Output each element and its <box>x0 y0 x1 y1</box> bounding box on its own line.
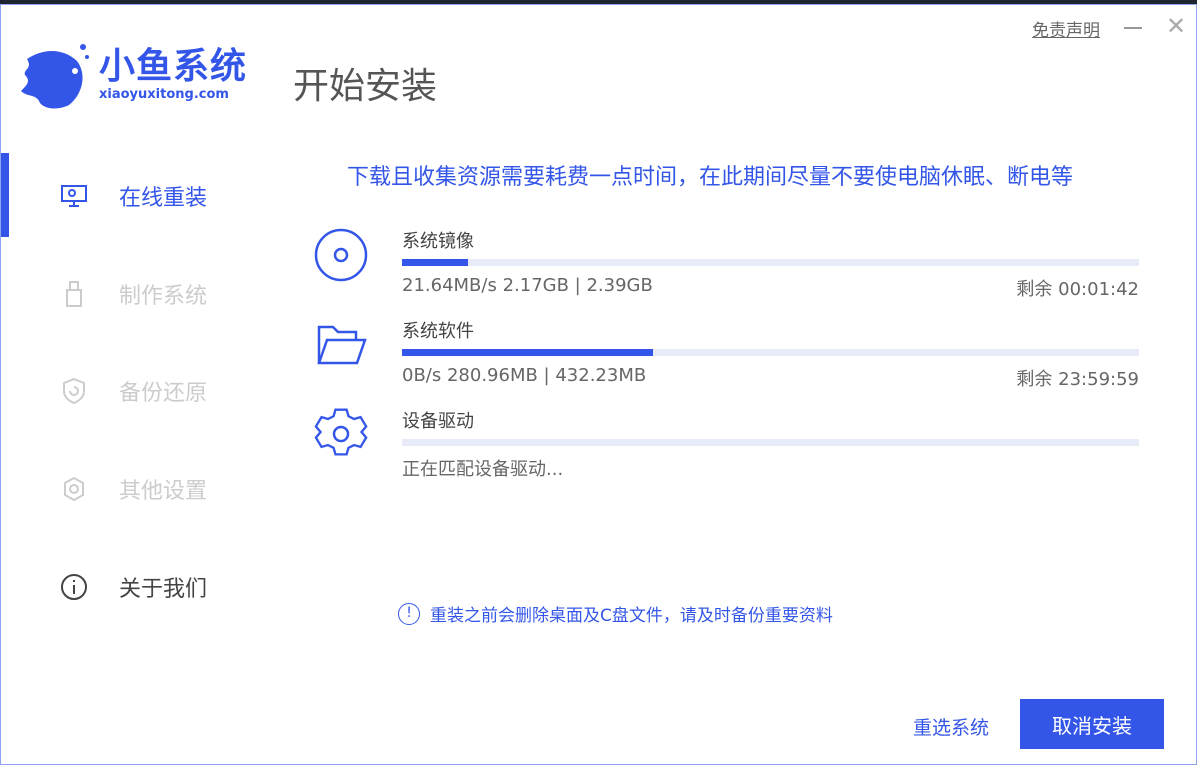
sidebar-item-other-settings[interactable]: 其他设置 <box>59 473 207 505</box>
task-name: 系统镜像 <box>402 231 474 252</box>
sidebar-item-backup-restore[interactable]: 备份还原 <box>59 375 207 407</box>
installer-window: 小鱼系统 xiaoyuxitong.com 开始安装 免责声明 ✕ 在线重装 制… <box>0 4 1197 765</box>
page-title: 开始安装 <box>293 66 438 107</box>
task-stat: 21.64MB/s 2.17GB | 2.39GB <box>402 275 653 296</box>
progress-bar <box>402 439 1139 446</box>
gear-icon <box>314 408 368 456</box>
fish-logo-icon <box>21 44 89 109</box>
warning-message: ! 重装之前会删除桌面及C盘文件，请及时备份重要资料 <box>398 601 833 626</box>
folder-icon <box>317 325 367 365</box>
info-icon <box>59 572 89 602</box>
monitor-icon <box>59 181 89 211</box>
task-remaining: 剩余 00:01:42 <box>1016 279 1139 300</box>
sidebar-item-make-system[interactable]: 制作系统 <box>59 278 207 310</box>
progress-fill <box>402 349 653 356</box>
disc-icon <box>314 228 368 282</box>
logo-name: 小鱼系统 <box>99 46 248 87</box>
usb-icon <box>59 279 89 309</box>
logo: 小鱼系统 xiaoyuxitong.com <box>17 39 247 111</box>
sidebar-item-label: 制作系统 <box>119 284 208 309</box>
progress-bar <box>402 349 1139 356</box>
sidebar-item-about-us[interactable]: 关于我们 <box>59 571 207 603</box>
reselect-system-button[interactable]: 重选系统 <box>913 713 989 740</box>
gear-icon <box>59 474 89 504</box>
sidebar-item-label: 其他设置 <box>119 479 208 504</box>
progress-bar <box>402 259 1139 266</box>
warning-text: 重装之前会删除桌面及C盘文件，请及时备份重要资料 <box>430 606 833 626</box>
sidebar-item-label: 关于我们 <box>119 577 208 602</box>
close-button[interactable]: ✕ <box>1165 14 1187 38</box>
sidebar-item-label: 备份还原 <box>119 381 208 406</box>
cancel-install-button[interactable]: 取消安装 <box>1020 699 1164 749</box>
shield-restore-icon <box>59 376 89 406</box>
warning-icon: ! <box>398 602 420 625</box>
task-stat: 正在匹配设备驱动... <box>402 459 564 480</box>
active-indicator <box>1 153 9 237</box>
task-stat: 0B/s 280.96MB | 432.23MB <box>402 365 647 386</box>
task-name: 设备驱动 <box>402 411 474 432</box>
task-name: 系统软件 <box>402 321 474 342</box>
notice-text: 下载且收集资源需要耗费一点时间，在此期间尽量不要使电脑休眠、断电等 <box>347 165 1074 190</box>
minimize-button[interactable] <box>1123 15 1143 35</box>
sidebar-item-label: 在线重装 <box>119 186 208 211</box>
logo-domain: xiaoyuxitong.com <box>99 87 229 102</box>
disclaimer-link[interactable]: 免责声明 <box>1032 16 1100 41</box>
progress-fill <box>402 259 469 266</box>
sidebar-item-online-reinstall[interactable]: 在线重装 <box>59 180 207 212</box>
task-remaining: 剩余 23:59:59 <box>1016 369 1139 390</box>
